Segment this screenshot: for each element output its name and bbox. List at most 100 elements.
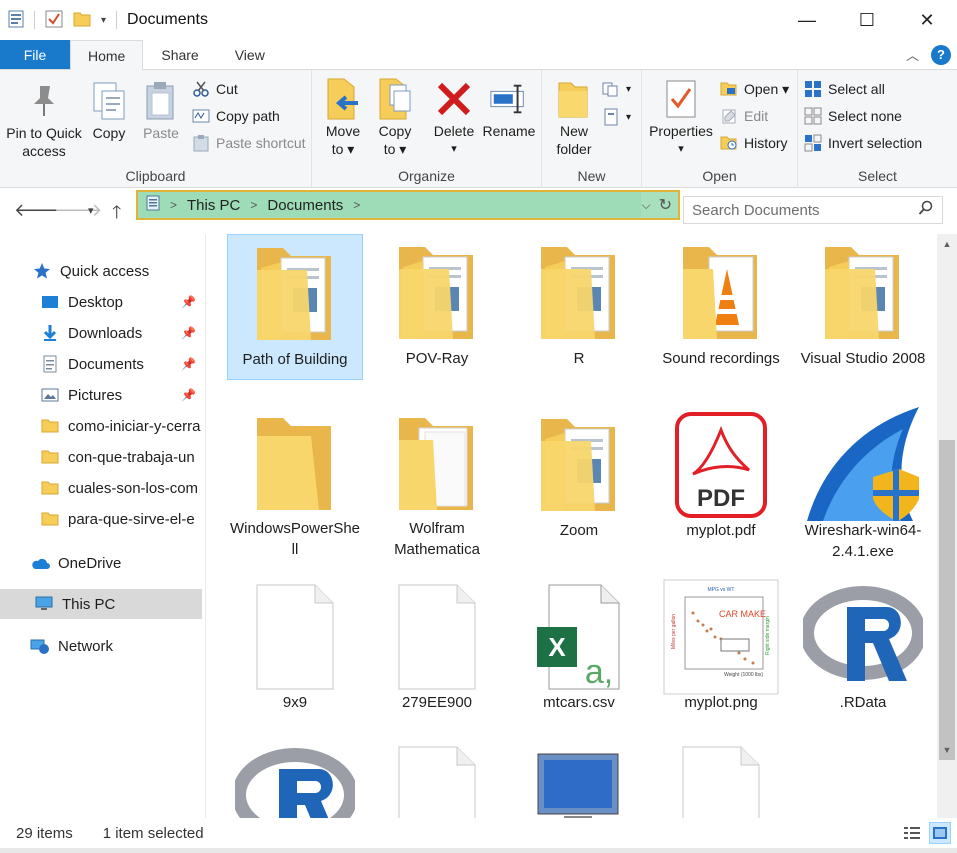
nav-this-pc[interactable]: This PC (0, 589, 202, 619)
minimize-button[interactable]: — (777, 0, 837, 40)
folder-icon[interactable] (73, 11, 91, 30)
folder-docs-icon (377, 238, 497, 348)
paste-shortcut-button[interactable]: Paste shortcut (192, 134, 306, 152)
vertical-scrollbar[interactable]: ▲ ▼ (937, 234, 957, 818)
address-dropdown-icon[interactable]: ⌵ (641, 198, 650, 213)
customize-dropdown-icon[interactable]: ▾ (101, 15, 106, 26)
select-all-button[interactable]: Select all (804, 80, 885, 98)
copy-path-button[interactable]: Copy path (192, 107, 280, 125)
move-to-button[interactable]: Move to ▾ (320, 78, 366, 158)
file-name: mtcars.csv (543, 694, 615, 711)
help-icon[interactable]: ? (931, 44, 951, 65)
properties-button[interactable]: Properties ▾ (646, 78, 716, 158)
tab-file[interactable]: File (0, 40, 70, 69)
new-folder-button[interactable]: New folder (550, 78, 598, 158)
new-item-button[interactable]: ▾ (602, 80, 631, 98)
file-item[interactable]: Path of Building (227, 234, 363, 380)
open-button[interactable]: Open ▾ (720, 80, 789, 98)
file-item[interactable]: Wolfram Mathematica (369, 406, 505, 558)
breadcrumb-documents[interactable]: Documents (267, 197, 343, 214)
move-to-icon (323, 78, 363, 120)
ribbon-tabs: File Home Share View ︿ ? (0, 40, 957, 71)
copy-to-button[interactable]: Copy to ▾ (372, 78, 418, 158)
search-input[interactable]: Search Documents (692, 202, 820, 219)
refresh-icon[interactable]: ↻ (659, 195, 672, 215)
breadcrumb-chevron-icon[interactable]: > (250, 198, 257, 212)
tab-share[interactable]: Share (143, 40, 216, 69)
breadcrumb-this-pc[interactable]: This PC (187, 197, 240, 214)
pin-icon[interactable]: 📌 (181, 326, 196, 340)
file-item[interactable]: 279EE900 (369, 578, 505, 724)
up-arrow-icon[interactable]: 🡑 (112, 200, 121, 230)
breadcrumb-chevron-icon[interactable]: > (170, 198, 177, 212)
file-item[interactable]: Wireshark-win64-2.4.1.exe (795, 406, 931, 560)
file-item[interactable]: Sound recordings (653, 234, 789, 380)
paste-button[interactable]: Paste (138, 80, 184, 142)
file-item[interactable] (369, 740, 505, 818)
search-box[interactable]: Search Documents (683, 196, 943, 224)
invert-selection-button[interactable]: Invert selection (804, 134, 922, 152)
delete-button[interactable]: Delete ▾ (428, 78, 480, 158)
easy-access-button[interactable]: ▾ (602, 108, 631, 126)
file-item[interactable]: MPG vs WT CAR MAKE Weight (1000 lbs) Miles … (653, 578, 789, 724)
nav-folder[interactable]: para-que-sirve-el-e (0, 504, 202, 534)
nav-folder[interactable]: cuales-son-los-com (0, 473, 202, 503)
scroll-up-icon[interactable]: ▲ (937, 234, 957, 254)
rename-button[interactable]: Rename (480, 78, 538, 140)
select-none-icon (804, 107, 822, 125)
pin-icon[interactable]: 📌 (181, 388, 196, 402)
nav-folder[interactable]: como-iniciar-y-cerra (0, 411, 202, 441)
close-button[interactable]: ✕ (897, 0, 957, 40)
file-item[interactable] (511, 740, 647, 818)
breadcrumb-chevron-icon[interactable]: > (353, 198, 360, 212)
collapse-ribbon-icon[interactable]: ︿ (906, 45, 919, 64)
scroll-down-icon[interactable]: ▼ (937, 740, 957, 760)
pin-to-quick-access-button[interactable]: Pin to Quick access (6, 80, 82, 160)
file-item[interactable]: WindowsPowerShell (227, 406, 363, 558)
svg-text:Weight (1000 lbs): Weight (1000 lbs) (724, 672, 763, 678)
file-name: Visual Studio 2008 (800, 350, 926, 367)
tab-home[interactable]: Home (70, 40, 144, 71)
file-item[interactable] (227, 740, 363, 818)
maximize-button[interactable]: ☐ (837, 0, 897, 40)
file-item[interactable]: .RData (795, 578, 931, 724)
cut-button[interactable]: Cut (192, 80, 238, 98)
pin-icon[interactable]: 📌 (181, 357, 196, 371)
edit-button[interactable]: Edit (720, 107, 768, 125)
address-bar[interactable]: > This PC > Documents > ⌵ ↻ (136, 190, 680, 220)
history-button[interactable]: History (720, 134, 788, 152)
nav-onedrive[interactable]: OneDrive (0, 548, 202, 578)
file-item[interactable]: R (511, 234, 647, 380)
nav-desktop[interactable]: Desktop 📌 (0, 287, 202, 317)
file-item[interactable]: 9x9 (227, 578, 363, 724)
file-item[interactable]: PDF myplot.pdf (653, 406, 789, 552)
select-none-button[interactable]: Select none (804, 107, 902, 125)
status-bar: 29 items 1 item selected (0, 818, 957, 848)
nav-folder[interactable]: con-que-trabaja-un (0, 442, 202, 472)
properties-dropdown-icon[interactable]: ▾ (678, 140, 684, 158)
address-breadcrumb[interactable]: > This PC > Documents > (138, 192, 642, 218)
new-folder-icon (554, 78, 594, 120)
delete-dropdown-icon[interactable]: ▾ (451, 140, 457, 158)
nav-network[interactable]: Network (0, 631, 202, 661)
checkmark-icon[interactable] (45, 10, 63, 31)
scrollbar-thumb[interactable] (939, 440, 955, 760)
nav-quick-access[interactable]: Quick access (0, 256, 202, 286)
pin-icon[interactable]: 📌 (181, 295, 196, 309)
recent-locations-icon[interactable]: ▾ (88, 204, 94, 217)
details-view-icon[interactable] (901, 822, 923, 844)
svg-text:X: X (548, 632, 566, 662)
nav-pictures[interactable]: Pictures 📌 (0, 380, 202, 410)
large-icons-view-icon[interactable] (929, 822, 951, 844)
properties-icon[interactable] (8, 10, 24, 31)
nav-downloads[interactable]: Downloads 📌 (0, 318, 202, 348)
file-item[interactable] (653, 740, 789, 818)
nav-documents[interactable]: Documents 📌 (0, 349, 202, 379)
file-item[interactable]: Zoom (511, 406, 647, 552)
tab-view[interactable]: View (217, 40, 283, 69)
file-item[interactable]: Xa, mtcars.csv (511, 578, 647, 724)
copy-button[interactable]: Copy (86, 80, 132, 142)
file-item[interactable]: POV-Ray (369, 234, 505, 380)
file-item[interactable]: Visual Studio 2008 (795, 234, 931, 380)
forward-arrow-icon[interactable]: 🡒 (54, 200, 102, 221)
